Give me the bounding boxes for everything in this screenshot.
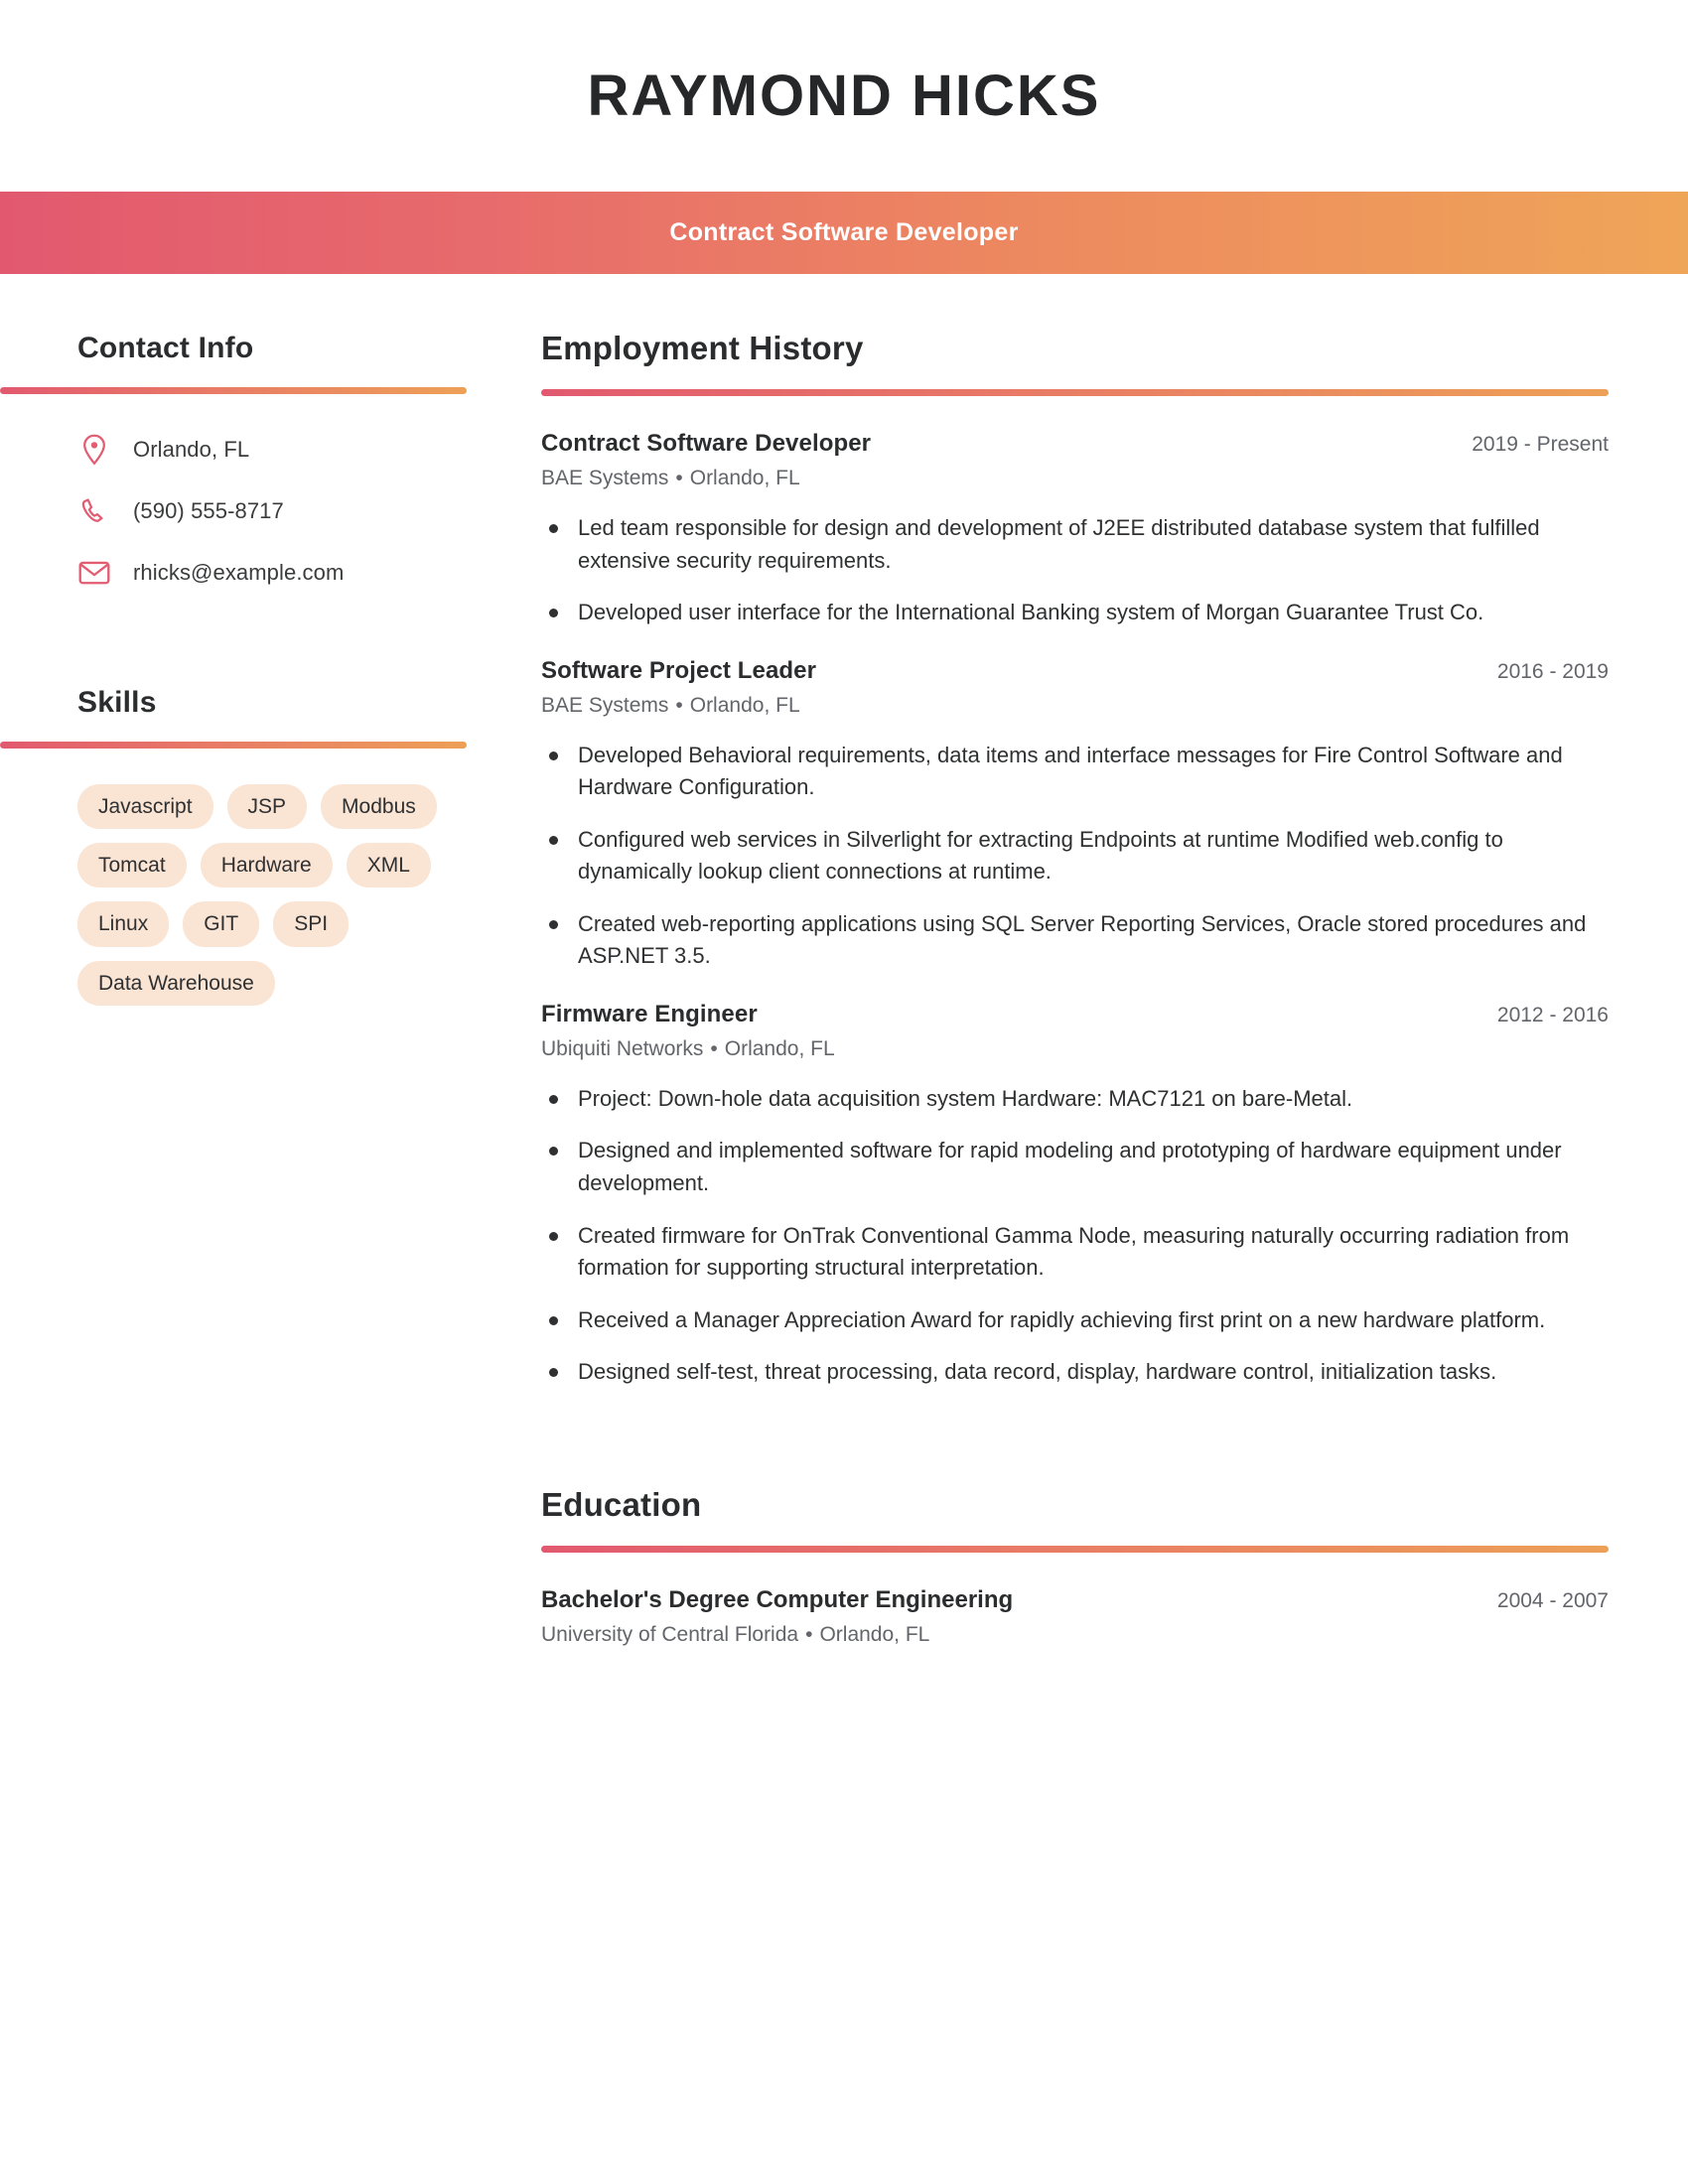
resume-body: Contact Info Orlando, FL (590) 555-8717 …	[0, 274, 1688, 1657]
skills-section: Skills Javascript JSP Modbus Tomcat Hard…	[0, 686, 541, 1006]
job-title: Contract Software Developer	[541, 430, 872, 457]
education-entry: Bachelor's Degree Computer Engineering 2…	[541, 1586, 1609, 1647]
contact-email-value: rhicks@example.com	[133, 560, 345, 585]
job-entry: Contract Software Developer 2019 - Prese…	[541, 430, 1609, 629]
job-subtitle: BAE Systems • Orlando, FL	[541, 694, 1609, 718]
job-entry: Software Project Leader 2016 - 2019 BAE …	[541, 657, 1609, 973]
location-pin-icon	[77, 434, 111, 466]
job-location: Orlando, FL	[689, 467, 800, 489]
contact-info-heading: Contact Info	[77, 332, 254, 364]
job-subtitle: Ubiquiti Networks • Orlando, FL	[541, 1037, 1609, 1061]
job-dates: 2019 - Present	[1472, 433, 1609, 456]
resume-page: RAYMOND HICKS Contract Software Develope…	[0, 0, 1688, 2184]
contact-location-value: Orlando, FL	[133, 437, 250, 462]
main-column: Employment History Contract Software Dev…	[541, 274, 1688, 1657]
job-bullet: Project: Down-hole data acquisition syst…	[541, 1083, 1609, 1116]
sidebar: Contact Info Orlando, FL (590) 555-8717 …	[0, 274, 541, 1006]
contact-info-section: Contact Info Orlando, FL (590) 555-8717 …	[0, 332, 541, 591]
job-dates: 2012 - 2016	[1496, 1003, 1609, 1026]
job-bullet: Created web-reporting applications using…	[541, 908, 1609, 973]
contact-list: Orlando, FL (590) 555-8717 rhicks@exampl…	[0, 432, 541, 591]
skill-pill: XML	[346, 843, 431, 888]
skill-pill: JSP	[226, 784, 308, 830]
contact-phone-value: (590) 555-8717	[133, 498, 284, 523]
job-bullet-list: Developed Behavioral requirements, data …	[541, 740, 1609, 973]
job-company: BAE Systems	[541, 693, 669, 717]
job-dates: 2016 - 2019	[1496, 659, 1609, 683]
contact-info-divider	[0, 387, 467, 394]
job-bullet: Received a Manager Appreciation Award fo…	[541, 1304, 1609, 1337]
degree-dates: 2004 - 2007	[1496, 1588, 1609, 1612]
candidate-name: RAYMOND HICKS	[587, 63, 1101, 128]
education-section: Education Bachelor's Degree Computer Eng…	[541, 1486, 1609, 1647]
skills-pill-list: Javascript JSP Modbus Tomcat Hardware XM…	[77, 784, 475, 1006]
education-header: Bachelor's Degree Computer Engineering 2…	[541, 1586, 1609, 1614]
employment-history-section: Employment History Contract Software Dev…	[541, 330, 1609, 1389]
separator-dot: •	[805, 1622, 813, 1646]
education-heading: Education	[541, 1485, 702, 1523]
job-bullet-list: Led team responsible for design and deve…	[541, 512, 1609, 629]
job-bullet: Developed Behavioral requirements, data …	[541, 740, 1609, 804]
skill-pill: Javascript	[77, 784, 213, 830]
candidate-job-title: Contract Software Developer	[669, 218, 1019, 246]
header-accent-band: Contract Software Developer	[0, 192, 1688, 274]
envelope-icon	[77, 560, 111, 586]
job-bullet: Configured web services in Silverlight f…	[541, 824, 1609, 888]
job-company: Ubiquiti Networks	[541, 1036, 704, 1060]
skill-pill: SPI	[273, 901, 350, 947]
job-location: Orlando, FL	[689, 693, 800, 717]
skill-pill: Data Warehouse	[77, 960, 275, 1006]
education-list: Bachelor's Degree Computer Engineering 2…	[541, 1586, 1609, 1647]
skills-heading: Skills	[77, 686, 157, 719]
job-subtitle: BAE Systems • Orlando, FL	[541, 467, 1609, 490]
skill-pill: Modbus	[321, 784, 437, 830]
education-subtitle: University of Central Florida • Orlando, F…	[541, 1623, 1609, 1647]
skills-divider	[0, 742, 467, 749]
employment-history-divider	[541, 389, 1609, 396]
job-list: Contract Software Developer 2019 - Prese…	[541, 430, 1609, 1389]
job-bullet: Led team responsible for design and deve…	[541, 512, 1609, 577]
skill-pill: Tomcat	[77, 843, 187, 888]
education-divider	[541, 1545, 1609, 1553]
employment-history-heading: Employment History	[541, 330, 864, 366]
job-header: Firmware Engineer 2012 - 2016	[541, 1001, 1609, 1028]
job-title: Software Project Leader	[541, 656, 817, 684]
separator-dot: •	[675, 467, 683, 489]
job-header: Software Project Leader 2016 - 2019	[541, 657, 1609, 685]
contact-item-phone: (590) 555-8717	[77, 493, 541, 529]
job-bullet: Developed user interface for the Interna…	[541, 597, 1609, 629]
skill-pill: Hardware	[200, 843, 333, 888]
job-title: Firmware Engineer	[541, 1000, 758, 1027]
contact-item-email: rhicks@example.com	[77, 555, 541, 591]
job-bullet-list: Project: Down-hole data acquisition syst…	[541, 1083, 1609, 1389]
skill-pill: GIT	[183, 901, 260, 947]
job-location: Orlando, FL	[724, 1036, 835, 1060]
degree-title: Bachelor's Degree Computer Engineering	[541, 1585, 1014, 1613]
school-location: Orlando, FL	[819, 1622, 930, 1646]
phone-icon	[77, 496, 111, 526]
school-name: University of Central Florida	[541, 1622, 799, 1646]
job-bullet: Created firmware for OnTrak Conventional…	[541, 1220, 1609, 1285]
job-bullet: Designed self-test, threat processing, d…	[541, 1356, 1609, 1389]
skill-pill: Linux	[77, 901, 170, 947]
job-header: Contract Software Developer 2019 - Prese…	[541, 430, 1609, 458]
contact-item-location: Orlando, FL	[77, 432, 541, 468]
resume-header: RAYMOND HICKS	[0, 0, 1688, 192]
job-bullet: Designed and implemented software for ra…	[541, 1135, 1609, 1199]
separator-dot: •	[710, 1036, 718, 1060]
separator-dot: •	[675, 693, 683, 717]
job-entry: Firmware Engineer 2012 - 2016 Ubiquiti N…	[541, 1001, 1609, 1389]
job-company: BAE Systems	[541, 467, 669, 489]
